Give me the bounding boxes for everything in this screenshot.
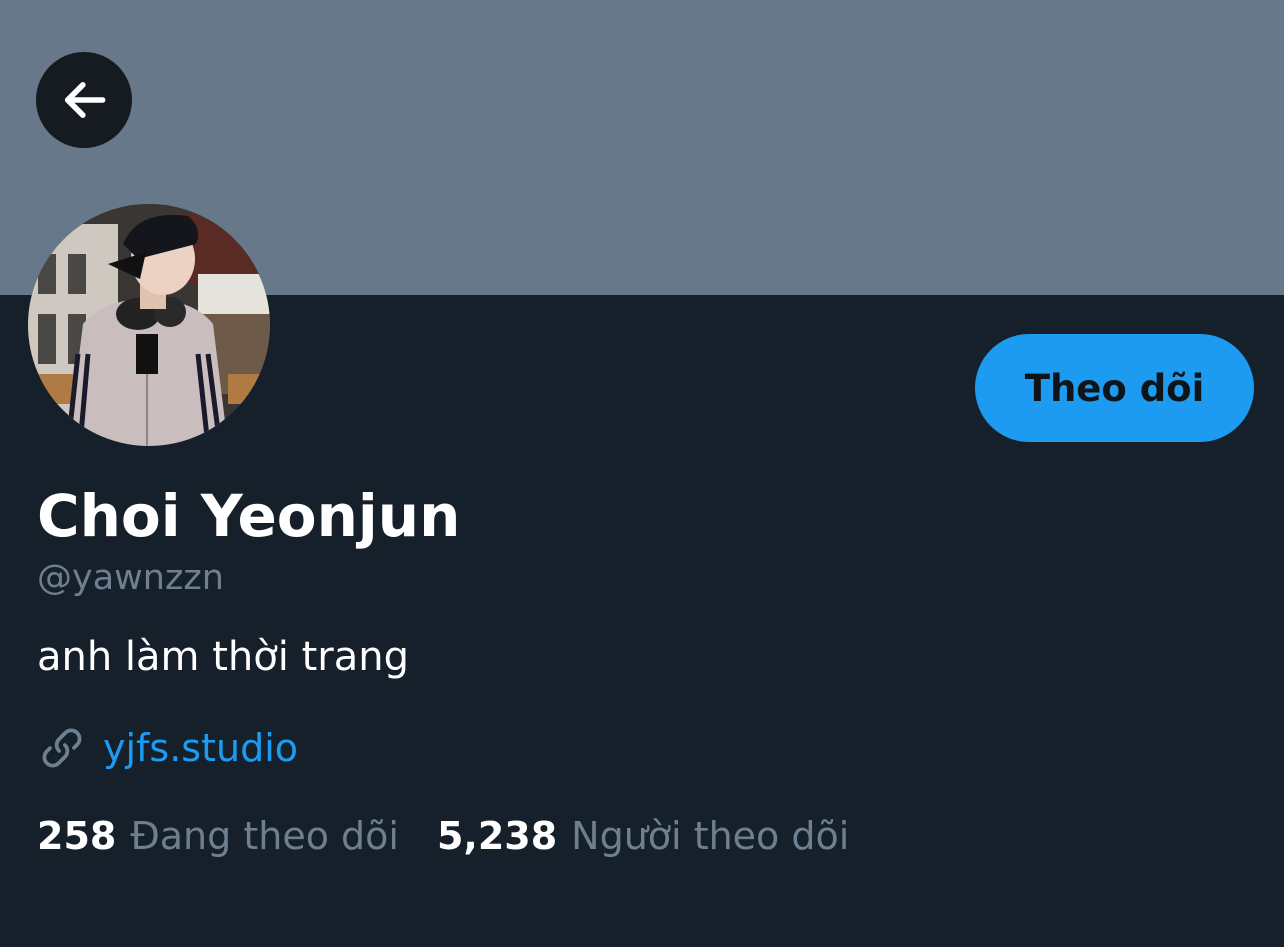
user-handle: @yawnzzn [37,558,224,598]
followers-label: Người theo dõi [571,814,850,858]
link-icon [37,723,87,773]
following-stat[interactable]: 258 Đang theo dõi [37,814,399,858]
profile-bio: anh làm thời trang [37,634,409,680]
following-label: Đang theo dõi [130,814,399,858]
profile-website-link[interactable]: yjfs.studio [103,722,298,774]
avatar[interactable] [28,204,270,446]
follow-stats: 258 Đang theo dõi 5,238 Người theo dõi [37,808,849,864]
arrow-left-icon [64,82,106,118]
followers-stat[interactable]: 5,238 Người theo dõi [437,814,849,858]
follow-button[interactable]: Theo dõi [975,334,1254,442]
following-count: 258 [37,814,117,858]
followers-count: 5,238 [436,814,558,858]
avatar-photo [28,204,270,446]
display-name: Choi Yeonjun [37,482,461,550]
back-button[interactable] [36,52,132,148]
profile-link-row: yjfs.studio [37,720,298,776]
